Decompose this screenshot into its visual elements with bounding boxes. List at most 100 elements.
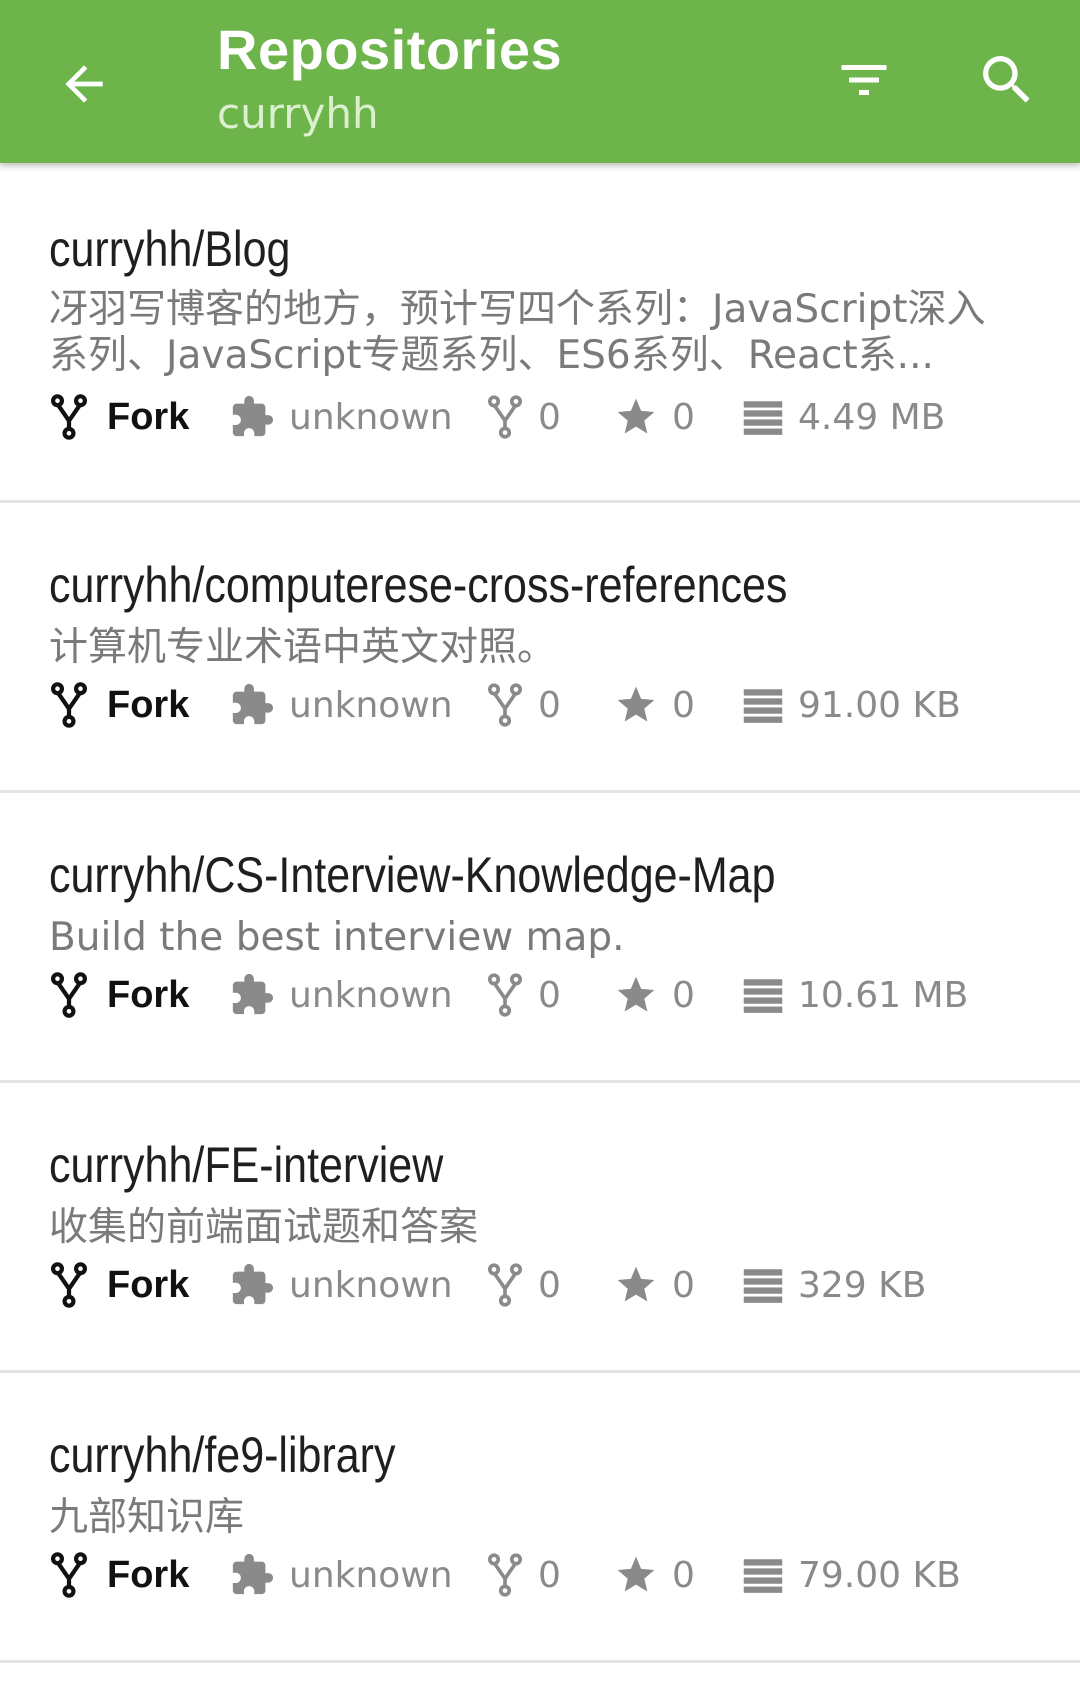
fork-count-icon [487, 683, 523, 727]
repository-name: curryhh/fe9-library [49, 1427, 396, 1483]
repo-forks-count: 0 [538, 974, 561, 1016]
fork-count-icon [487, 1553, 523, 1597]
fork-icon [50, 972, 88, 1018]
fork-count-icon [487, 1263, 523, 1307]
repo-language: unknown [229, 1547, 453, 1603]
repositories-screen: Repositories curryhh curryhh/Blog 冴羽写博客的… [0, 0, 1080, 1699]
storage-icon [743, 401, 783, 435]
repo-forks-count: 0 [538, 1554, 561, 1596]
storage-icon [743, 1269, 783, 1303]
repo-stars-count: 0 [672, 974, 695, 1016]
repo-stars: 0 [614, 1257, 695, 1313]
filter-icon [841, 65, 887, 95]
filter-button[interactable] [828, 44, 900, 116]
repo-language: unknown [229, 677, 453, 733]
repo-language: unknown [229, 967, 453, 1023]
repo-type: Fork [49, 677, 189, 733]
repo-forks: 0 [486, 1257, 561, 1313]
repo-size: 329 KB [742, 1257, 926, 1313]
star-icon [617, 398, 655, 434]
repo-type-label: Fork [107, 973, 190, 1016]
star-icon [617, 686, 655, 722]
repo-type: Fork [49, 389, 189, 445]
repo-size: 10.61 MB [742, 967, 968, 1023]
arrow-left-icon [65, 65, 103, 103]
repo-language: unknown [229, 389, 453, 445]
repository-description: 计算机专业术语中英文对照。 [49, 625, 557, 670]
repo-forks: 0 [486, 677, 561, 733]
repository-meta: Fork unknown 0 0 4.49 MB [49, 389, 1010, 445]
repo-language-label: unknown [289, 1264, 453, 1306]
repo-stars: 0 [614, 389, 695, 445]
repo-type-label: Fork [107, 683, 190, 726]
repo-forks-count: 0 [538, 396, 561, 438]
repository-item[interactable]: curryhh/computerese-cross-references 计算机… [0, 503, 1080, 793]
page-subtitle: curryhh [217, 89, 379, 138]
storage-icon [743, 1559, 783, 1593]
repository-item[interactable]: curryhh/fe9-library 九部知识库 Fork unknown 0 [0, 1373, 1080, 1663]
storage-icon [743, 979, 783, 1013]
storage-icon [743, 689, 783, 723]
repo-forks: 0 [486, 1547, 561, 1603]
repository-description: Build the best interview map. [49, 915, 625, 960]
repo-type: Fork [49, 967, 189, 1023]
puzzle-icon [232, 683, 274, 725]
repository-item[interactable]: curryhh/Blog 冴羽写博客的地方，预计写四个系列：JavaScript… [0, 163, 1080, 503]
repo-stars: 0 [614, 677, 695, 733]
search-button[interactable] [968, 44, 1046, 116]
repository-description: 冴羽写博客的地方，预计写四个系列：JavaScript深入系列、JavaScri… [49, 287, 986, 378]
repo-forks-count: 0 [538, 684, 561, 726]
fork-count-icon [487, 973, 523, 1017]
repository-list: curryhh/Blog 冴羽写博客的地方，预计写四个系列：JavaScript… [0, 163, 1080, 1663]
repo-size-label: 10.61 MB [798, 974, 969, 1016]
repo-size: 91.00 KB [742, 677, 961, 733]
repo-stars: 0 [614, 1547, 695, 1603]
repository-meta: Fork unknown 0 0 329 KB [49, 1257, 1010, 1313]
puzzle-icon [232, 1553, 274, 1595]
repository-name: curryhh/FE-interview [49, 1137, 444, 1193]
repo-language-label: unknown [289, 1554, 453, 1596]
back-button[interactable] [50, 50, 118, 118]
repo-language-label: unknown [289, 974, 453, 1016]
star-icon [617, 976, 655, 1012]
repository-description: 九部知识库 [49, 1495, 245, 1540]
repo-forks: 0 [486, 389, 561, 445]
repository-name: curryhh/computerese-cross-references [49, 557, 788, 613]
repository-meta: Fork unknown 0 0 79.00 KB [49, 1547, 1010, 1603]
puzzle-icon [232, 973, 274, 1015]
repository-item[interactable]: curryhh/CS-Interview-Knowledge-Map Build… [0, 793, 1080, 1083]
repo-stars-count: 0 [672, 1554, 695, 1596]
repository-meta: Fork unknown 0 0 10.61 MB [49, 967, 1010, 1023]
repo-stars-count: 0 [672, 396, 695, 438]
repository-name: curryhh/Blog [49, 221, 291, 277]
repo-forks-count: 0 [538, 1264, 561, 1306]
repo-stars-count: 0 [672, 684, 695, 726]
fork-icon [50, 1552, 88, 1598]
repo-size: 4.49 MB [742, 389, 945, 445]
fork-icon [50, 394, 88, 440]
repo-forks: 0 [486, 967, 561, 1023]
repo-type-label: Fork [107, 1263, 190, 1306]
repository-name: curryhh/CS-Interview-Knowledge-Map [49, 847, 776, 903]
star-icon [617, 1556, 655, 1592]
page-title: Repositories [217, 18, 563, 81]
app-toolbar: Repositories curryhh [0, 0, 1080, 163]
repo-language-label: unknown [289, 684, 453, 726]
fork-count-icon [487, 395, 523, 439]
repository-item[interactable]: curryhh/FE-interview 收集的前端面试题和答案 Fork un… [0, 1083, 1080, 1373]
repository-description: 收集的前端面试题和答案 [49, 1205, 479, 1250]
puzzle-icon [232, 395, 274, 437]
repo-type: Fork [49, 1547, 189, 1603]
repository-meta: Fork unknown 0 0 91.00 KB [49, 677, 1010, 733]
repo-language: unknown [229, 1257, 453, 1313]
repo-size-label: 329 KB [798, 1264, 927, 1306]
repo-language-label: unknown [289, 396, 453, 438]
fork-icon [50, 1262, 88, 1308]
repo-type-label: Fork [107, 1553, 190, 1596]
repo-stars: 0 [614, 967, 695, 1023]
repo-type: Fork [49, 1257, 189, 1313]
repo-size-label: 79.00 KB [798, 1554, 961, 1596]
repo-stars-count: 0 [672, 1264, 695, 1306]
star-icon [617, 1266, 655, 1302]
puzzle-icon [232, 1263, 274, 1305]
